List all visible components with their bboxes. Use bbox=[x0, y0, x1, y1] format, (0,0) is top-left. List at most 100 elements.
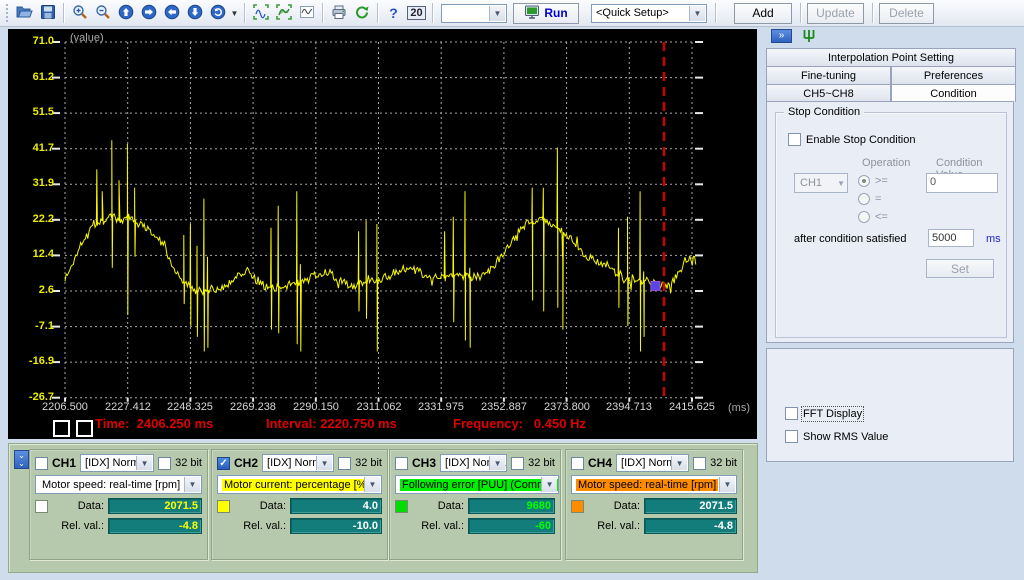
collapse-panel-button[interactable]: » bbox=[771, 29, 792, 43]
channel-box-ch1: CH1 [IDX] Norma▼ 32 bit Motor speed: rea… bbox=[29, 449, 208, 560]
channel-index-select[interactable]: [IDX] Norma▼ bbox=[440, 454, 507, 472]
pan-left-icon bbox=[164, 4, 180, 23]
show-waveform-button[interactable] bbox=[295, 2, 318, 24]
display-options-panel: FFT Display Show RMS Value bbox=[766, 348, 1014, 462]
bit32-checkbox[interactable] bbox=[511, 457, 524, 470]
bit32-checkbox[interactable] bbox=[158, 457, 171, 470]
channel-enable-checkbox[interactable] bbox=[35, 457, 48, 470]
fft-display-checkbox[interactable] bbox=[785, 407, 798, 420]
device-select[interactable]: ▼ bbox=[441, 4, 507, 23]
zoom-in-button[interactable] bbox=[68, 2, 91, 24]
zoom-out-button[interactable] bbox=[91, 2, 114, 24]
channel-color-swatch[interactable] bbox=[35, 500, 48, 513]
cursor-toggle-2[interactable] bbox=[76, 420, 93, 437]
bits-icon: 20 bbox=[407, 6, 425, 20]
undo-dropdown-button[interactable]: ▼ bbox=[229, 2, 240, 24]
show-rms-checkbox[interactable] bbox=[785, 430, 798, 443]
monitor-icon bbox=[524, 4, 540, 23]
collapse-channels-button[interactable]: ⌄⌄ bbox=[14, 450, 29, 469]
print-icon bbox=[331, 4, 347, 23]
open-icon bbox=[16, 4, 33, 23]
bit32-label: 32 bit bbox=[175, 457, 202, 469]
bit32-checkbox[interactable] bbox=[693, 457, 706, 470]
zoom-out-icon bbox=[95, 4, 111, 23]
export-icon bbox=[354, 4, 370, 23]
data-label: Data: bbox=[52, 500, 104, 512]
pan-right-icon bbox=[141, 4, 157, 23]
bit32-label: 32 bit bbox=[710, 457, 737, 469]
settings-toolbar: » bbox=[764, 28, 1018, 47]
cursor-toggle-1[interactable] bbox=[53, 420, 70, 437]
fit-vertical-button[interactable] bbox=[272, 2, 295, 24]
data-label: Data: bbox=[588, 500, 640, 512]
channel-source-select[interactable]: Following error [PUU] (Commar▼ bbox=[395, 475, 559, 494]
channel-index-select[interactable]: [IDX] Norma▼ bbox=[616, 454, 689, 472]
pan-up-button[interactable] bbox=[114, 2, 137, 24]
print-button[interactable] bbox=[327, 2, 350, 24]
op-lte-radio[interactable] bbox=[858, 211, 870, 223]
quick-setup-select[interactable]: <Quick Setup> ▼ bbox=[591, 4, 707, 23]
x-tick-label: 2373.800 bbox=[535, 401, 599, 413]
x-tick-label: 2352.887 bbox=[472, 401, 536, 413]
tab-condition[interactable]: Condition bbox=[891, 84, 1016, 102]
save-button[interactable] bbox=[36, 2, 59, 24]
help-button[interactable]: ? bbox=[382, 2, 405, 24]
pan-up-icon bbox=[118, 4, 134, 23]
channel-source-select[interactable]: Motor speed: real-time [rpm]▼ bbox=[571, 475, 737, 494]
delete-button[interactable]: Delete bbox=[879, 3, 934, 24]
condition-value-input[interactable]: 0 bbox=[926, 173, 998, 193]
x-tick-label: 2331.975 bbox=[409, 401, 473, 413]
open-button[interactable] bbox=[13, 2, 36, 24]
waveform-marker[interactable] bbox=[651, 281, 660, 290]
settings-panel: » Interpolation Point Setting Fine-tunin… bbox=[764, 28, 1018, 580]
channel-color-swatch[interactable] bbox=[395, 500, 408, 513]
tab-ch5-ch8[interactable]: CH5~CH8 bbox=[766, 84, 891, 102]
save-icon bbox=[40, 4, 56, 23]
x-tick-label: 2394.713 bbox=[597, 401, 661, 413]
pan-left-button[interactable] bbox=[160, 2, 183, 24]
op-eq-radio[interactable] bbox=[858, 193, 870, 205]
channel-enable-checkbox[interactable] bbox=[395, 457, 408, 470]
x-tick-label: 2415.625 bbox=[660, 401, 724, 413]
channel-color-swatch[interactable] bbox=[217, 500, 230, 513]
pan-right-button[interactable] bbox=[137, 2, 160, 24]
tab-fine-tuning[interactable]: Fine-tuning bbox=[766, 66, 891, 84]
rel-value-field: -4.8 bbox=[108, 518, 202, 534]
bit32-checkbox[interactable] bbox=[338, 457, 351, 470]
channel-color-swatch[interactable] bbox=[571, 500, 584, 513]
stop-channel-select[interactable]: CH1▼ bbox=[794, 173, 848, 193]
channel-enable-checkbox[interactable]: ✓ bbox=[217, 457, 230, 470]
toolbar-grip[interactable] bbox=[5, 3, 10, 23]
fit-horizontal-button[interactable] bbox=[249, 2, 272, 24]
op-gte-radio[interactable] bbox=[858, 175, 870, 187]
channel-source-select[interactable]: Motor current: percentage [%▼ bbox=[217, 475, 382, 494]
undo-button[interactable] bbox=[206, 2, 229, 24]
add-button[interactable]: Add bbox=[734, 3, 792, 24]
condition-tab-panel: Stop Condition Enable Stop Condition Ope… bbox=[766, 101, 1014, 343]
interpolation-button[interactable] bbox=[800, 28, 818, 44]
chevron-down-icon: ▼ bbox=[230, 9, 239, 18]
stop-condition-label: Stop Condition bbox=[784, 106, 864, 118]
tab-interpolation-point-setting[interactable]: Interpolation Point Setting bbox=[766, 48, 1016, 66]
fit-x-icon bbox=[253, 4, 269, 23]
after-condition-input[interactable]: 5000 bbox=[928, 229, 974, 247]
set-button[interactable]: Set bbox=[926, 259, 994, 278]
export-button[interactable] bbox=[350, 2, 373, 24]
channel-enable-checkbox[interactable] bbox=[571, 457, 584, 470]
bits-button[interactable]: 20 bbox=[405, 2, 428, 24]
stop-condition-group: Stop Condition Enable Stop Condition Ope… bbox=[775, 112, 1007, 338]
x-tick-label: 2206.500 bbox=[33, 401, 97, 413]
show-rms-label: Show RMS Value bbox=[803, 431, 888, 443]
pan-down-button[interactable] bbox=[183, 2, 206, 24]
chevron-down-icon: ▼ bbox=[489, 6, 505, 21]
channel-source-select[interactable]: Motor speed: real-time [rpm]▼ bbox=[35, 475, 202, 494]
run-button[interactable]: Run bbox=[513, 3, 579, 24]
enable-stop-condition-checkbox[interactable] bbox=[788, 133, 801, 146]
tab-preferences[interactable]: Preferences bbox=[891, 66, 1016, 84]
channel-index-select[interactable]: [IDX] Norma▼ bbox=[262, 454, 334, 472]
channel-name: CH2 bbox=[234, 456, 258, 470]
update-button[interactable]: Update bbox=[807, 3, 864, 24]
time-axis-label: (ms) bbox=[728, 402, 750, 414]
y-tick-label: 51.5 bbox=[14, 106, 54, 118]
channel-index-select[interactable]: [IDX] Norma▼ bbox=[80, 454, 154, 472]
